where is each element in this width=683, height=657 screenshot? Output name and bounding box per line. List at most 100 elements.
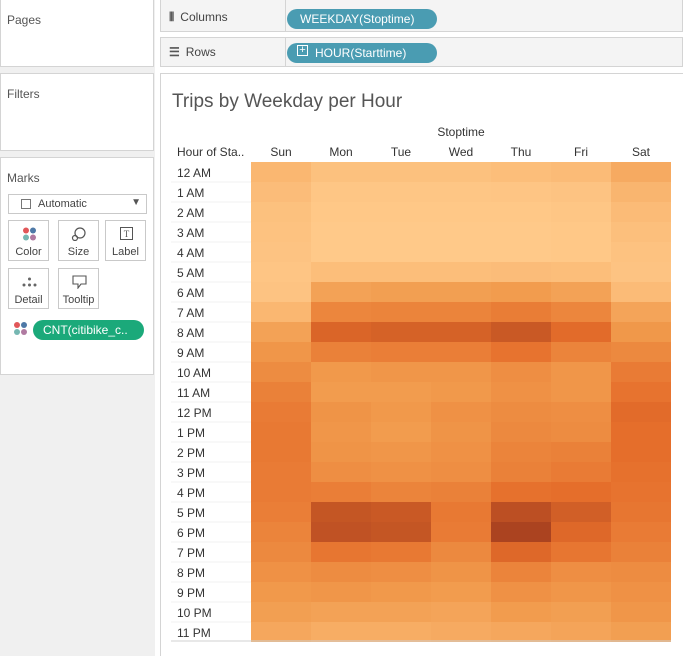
heatmap-cell[interactable] xyxy=(431,522,491,542)
heatmap-cell[interactable] xyxy=(611,482,671,502)
heatmap-cell[interactable] xyxy=(551,582,611,602)
heatmap-cell[interactable] xyxy=(611,302,671,322)
heatmap-cell[interactable] xyxy=(311,202,371,222)
heatmap-cell[interactable] xyxy=(491,202,551,222)
heatmap-cell[interactable] xyxy=(551,442,611,462)
heatmap-cell[interactable] xyxy=(251,442,311,462)
heatmap-cell[interactable] xyxy=(611,342,671,362)
heatmap-cell[interactable] xyxy=(371,302,431,322)
heatmap-cell[interactable] xyxy=(431,422,491,442)
heatmap-cell[interactable] xyxy=(311,402,371,422)
heatmap-cell[interactable] xyxy=(551,482,611,502)
heatmap-cell[interactable] xyxy=(491,242,551,262)
heatmap-cell[interactable] xyxy=(491,382,551,402)
heatmap-cell[interactable] xyxy=(431,302,491,322)
heatmap-cell[interactable] xyxy=(431,162,491,182)
heatmap-cell[interactable] xyxy=(611,402,671,422)
heatmap-cell[interactable] xyxy=(311,282,371,302)
heatmap-cell[interactable] xyxy=(491,402,551,422)
heatmap-cell[interactable] xyxy=(431,542,491,562)
heatmap-cell[interactable] xyxy=(371,522,431,542)
heatmap-cell[interactable] xyxy=(431,222,491,242)
heatmap-cell[interactable] xyxy=(251,222,311,242)
heatmap-cell[interactable] xyxy=(491,582,551,602)
heatmap-cell[interactable] xyxy=(551,462,611,482)
heatmap-cell[interactable] xyxy=(551,222,611,242)
heatmap-cell[interactable] xyxy=(551,242,611,262)
heatmap-cell[interactable] xyxy=(491,302,551,322)
heatmap-cell[interactable] xyxy=(611,182,671,202)
heatmap-cell[interactable] xyxy=(251,582,311,602)
heatmap-cell[interactable] xyxy=(311,242,371,262)
heatmap-cell[interactable] xyxy=(311,562,371,582)
columns-pill[interactable]: WEEKDAY(Stoptime) xyxy=(287,9,437,29)
heatmap-cell[interactable] xyxy=(251,302,311,322)
heatmap-cell[interactable] xyxy=(251,342,311,362)
heatmap-cell[interactable] xyxy=(551,182,611,202)
heatmap-cell[interactable] xyxy=(371,382,431,402)
heatmap-cell[interactable] xyxy=(251,322,311,342)
heatmap-cell[interactable] xyxy=(371,282,431,302)
heatmap-cell[interactable] xyxy=(611,242,671,262)
heatmap-cell[interactable] xyxy=(371,602,431,622)
heatmap-cell[interactable] xyxy=(371,582,431,602)
heatmap-cell[interactable] xyxy=(611,542,671,562)
heatmap-cell[interactable] xyxy=(551,162,611,182)
heatmap-cell[interactable] xyxy=(371,262,431,282)
heatmap-cell[interactable] xyxy=(371,322,431,342)
heatmap-cell[interactable] xyxy=(311,362,371,382)
heatmap-cell[interactable] xyxy=(251,402,311,422)
label-button[interactable]: T Label xyxy=(105,220,146,261)
heatmap-cell[interactable] xyxy=(611,322,671,342)
heatmap-cell[interactable] xyxy=(311,542,371,562)
heatmap-cell[interactable] xyxy=(491,602,551,622)
heatmap-cell[interactable] xyxy=(611,442,671,462)
heatmap-cell[interactable] xyxy=(431,202,491,222)
heatmap-cell[interactable] xyxy=(431,582,491,602)
heatmap-cell[interactable] xyxy=(491,362,551,382)
heatmap-cell[interactable] xyxy=(551,622,611,642)
filters-card[interactable]: Filters xyxy=(0,73,154,151)
heatmap-cell[interactable] xyxy=(431,402,491,422)
heatmap-cell[interactable] xyxy=(311,522,371,542)
heatmap-cell[interactable] xyxy=(551,402,611,422)
heatmap-cell[interactable] xyxy=(551,362,611,382)
heatmap-cell[interactable] xyxy=(311,302,371,322)
heatmap-cell[interactable] xyxy=(551,542,611,562)
expand-plus-icon[interactable]: + xyxy=(297,45,308,56)
heatmap-cell[interactable] xyxy=(611,502,671,522)
heatmap-cell[interactable] xyxy=(431,342,491,362)
heatmap-cell[interactable] xyxy=(491,542,551,562)
heatmap-cell[interactable] xyxy=(491,282,551,302)
heatmap-cell[interactable] xyxy=(371,502,431,522)
heatmap-cell[interactable] xyxy=(611,362,671,382)
heatmap-cell[interactable] xyxy=(311,382,371,402)
heatmap-cell[interactable] xyxy=(611,162,671,182)
heatmap-cell[interactable] xyxy=(611,582,671,602)
heatmap-cell[interactable] xyxy=(371,422,431,442)
heatmap-cell[interactable] xyxy=(251,242,311,262)
heatmap-cell[interactable] xyxy=(491,162,551,182)
heatmap-cell[interactable] xyxy=(371,462,431,482)
heatmap-cell[interactable] xyxy=(251,382,311,402)
heatmap-cell[interactable] xyxy=(611,562,671,582)
heatmap-cell[interactable] xyxy=(251,182,311,202)
heatmap-cell[interactable] xyxy=(551,562,611,582)
heatmap-cell[interactable] xyxy=(431,562,491,582)
heatmap-cell[interactable] xyxy=(251,162,311,182)
heatmap-cell[interactable] xyxy=(491,422,551,442)
heatmap-cell[interactable] xyxy=(611,602,671,622)
heatmap-cell[interactable] xyxy=(371,342,431,362)
heatmap-cell[interactable] xyxy=(431,502,491,522)
heatmap-cell[interactable] xyxy=(551,602,611,622)
color-field-pill[interactable]: CNT(citibike_c.. xyxy=(33,320,144,340)
heatmap-cell[interactable] xyxy=(371,442,431,462)
heatmap-cell[interactable] xyxy=(371,242,431,262)
heatmap-cell[interactable] xyxy=(311,262,371,282)
heatmap-cell[interactable] xyxy=(371,562,431,582)
heatmap-cell[interactable] xyxy=(311,482,371,502)
heatmap-cell[interactable] xyxy=(611,202,671,222)
heatmap-cell[interactable] xyxy=(431,482,491,502)
heatmap-cell[interactable] xyxy=(311,602,371,622)
heatmap-cell[interactable] xyxy=(551,522,611,542)
